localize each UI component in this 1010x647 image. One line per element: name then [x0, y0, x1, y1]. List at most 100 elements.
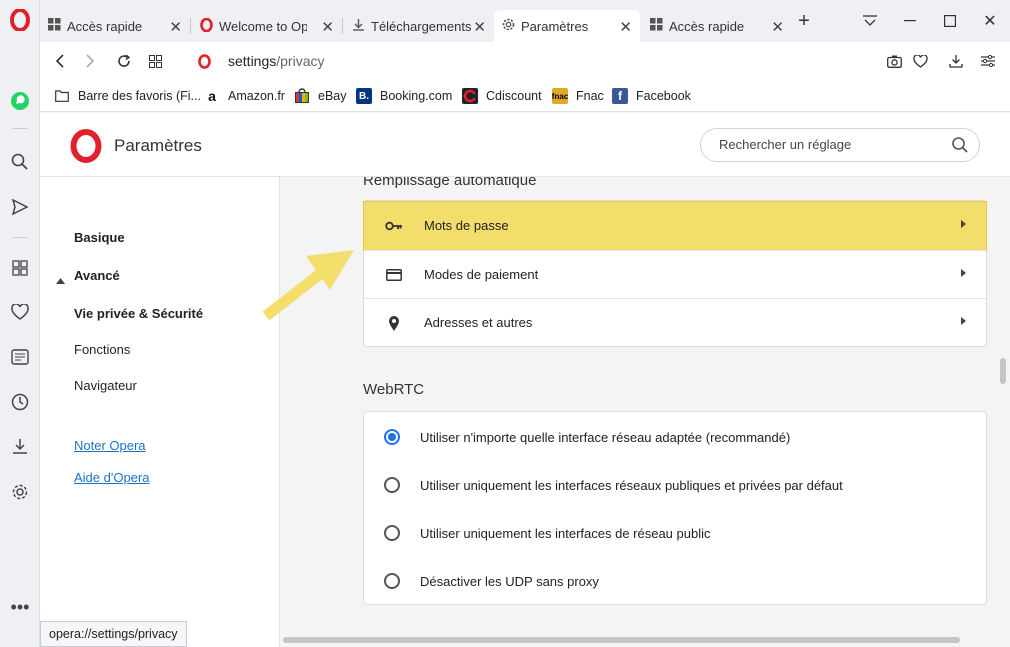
opera-icon: [200, 17, 213, 35]
nav-navigateur[interactable]: Navigateur: [74, 378, 137, 393]
tab-title: Accès rapide: [669, 18, 745, 34]
status-url: opera://settings/privacy: [40, 621, 187, 647]
collapse-arrow-icon[interactable]: [56, 272, 65, 287]
chevron-right-icon: [961, 220, 966, 228]
radio-label: Utiliser uniquement les interfaces de ré…: [420, 526, 711, 541]
chevron-right-icon: [961, 317, 966, 325]
tab-title: Accès rapide: [67, 18, 143, 34]
row-label: Mots de passe: [424, 218, 509, 233]
close-icon[interactable]: ✕: [321, 18, 334, 36]
reload-icon[interactable]: [112, 49, 136, 73]
nav-avance[interactable]: Avancé: [74, 268, 120, 283]
key-icon: [384, 216, 404, 236]
heart-icon[interactable]: [8, 300, 32, 324]
location-pin-icon: [384, 313, 404, 333]
downloads-icon[interactable]: [8, 434, 32, 458]
minimize-icon[interactable]: [896, 9, 924, 33]
settings-search[interactable]: [700, 128, 980, 162]
fnac-icon: fnac: [552, 88, 568, 104]
search-input[interactable]: [719, 137, 939, 152]
search-icon[interactable]: [951, 136, 969, 157]
close-icon[interactable]: ✕: [473, 18, 486, 36]
radio-label: Utiliser uniquement les interfaces résea…: [420, 478, 843, 493]
heart-bookmark-icon[interactable]: [908, 49, 932, 73]
speed-dial-icon[interactable]: [8, 256, 32, 280]
horizontal-scrollbar[interactable]: [283, 637, 960, 643]
row-modes-de-paiement[interactable]: Modes de paiement: [364, 250, 986, 298]
facebook-icon: f: [612, 88, 628, 104]
close-icon[interactable]: ✕: [169, 18, 182, 36]
settings-header: Paramètres: [40, 113, 1010, 177]
row-label: Modes de paiement: [424, 267, 539, 282]
close-icon[interactable]: ✕: [619, 18, 632, 36]
radio-button[interactable]: [384, 525, 400, 541]
close-icon[interactable]: ✕: [771, 18, 784, 36]
booking-icon: B.: [356, 88, 372, 104]
tab-acces-rapide-1[interactable]: Accès rapide ✕: [40, 10, 190, 42]
history-icon[interactable]: [8, 390, 32, 414]
tab-bar: Accès rapide ✕ Welcome to Opera ✕ Téléch…: [40, 0, 1010, 42]
page-title: Paramètres: [114, 136, 202, 155]
webrtc-option[interactable]: Désactiver les UDP sans proxy: [364, 557, 986, 605]
whatsapp-icon[interactable]: [8, 89, 32, 113]
row-mots-de-passe[interactable]: Mots de passe: [363, 201, 987, 251]
tab-parametres[interactable]: Paramètres ✕: [494, 10, 640, 42]
send-icon[interactable]: [8, 195, 32, 219]
radio-button[interactable]: [384, 429, 400, 445]
camera-icon[interactable]: [882, 49, 906, 73]
webrtc-option[interactable]: Utiliser uniquement les interfaces de ré…: [364, 509, 986, 557]
tab-welcome-opera[interactable]: Welcome to Opera ✕: [192, 10, 342, 42]
window-close-icon[interactable]: ✕: [976, 9, 1004, 33]
folder-icon: [54, 88, 70, 104]
download-icon: [352, 18, 365, 34]
search-icon[interactable]: [8, 150, 32, 174]
maximize-icon[interactable]: [936, 9, 964, 33]
tab-title: Welcome to Opera: [219, 18, 307, 34]
link-aide-opera[interactable]: Aide d'Opera: [74, 470, 149, 485]
section-title-autofill: Remplissage automatique: [363, 177, 537, 189]
address-field[interactable]: settings/privacy: [228, 53, 324, 69]
opera-sidebar: •••: [0, 0, 40, 647]
settings-gear-icon[interactable]: [8, 480, 32, 504]
bookmark-folder[interactable]: Barre des favoris (Fi...: [54, 86, 201, 106]
back-icon[interactable]: [48, 49, 72, 73]
cdiscount-icon: [462, 88, 478, 104]
row-adresses[interactable]: Adresses et autres: [364, 298, 986, 346]
vertical-scrollbar[interactable]: [1000, 358, 1006, 384]
radio-button[interactable]: [384, 477, 400, 493]
new-tab-button[interactable]: +: [790, 9, 818, 33]
tab-title: Paramètres: [521, 18, 589, 34]
url-host: settings: [228, 53, 277, 69]
radio-button[interactable]: [384, 573, 400, 589]
annotation-arrow-icon: [258, 246, 358, 329]
chevron-right-icon: [961, 269, 966, 277]
forward-icon[interactable]: [78, 49, 102, 73]
more-icon[interactable]: •••: [8, 595, 32, 619]
nav-basique[interactable]: Basique: [74, 230, 125, 245]
webrtc-option[interactable]: Utiliser uniquement les interfaces résea…: [364, 461, 986, 509]
nav-fonctions[interactable]: Fonctions: [74, 342, 130, 357]
opera-site-icon: [192, 49, 216, 73]
bookmark-amazon[interactable]: a Amazon.fr: [204, 86, 285, 106]
opera-menu-icon[interactable]: [8, 8, 32, 32]
speed-dial-grid-icon[interactable]: [143, 49, 167, 73]
ebay-icon: [294, 88, 310, 104]
link-noter-opera[interactable]: Noter Opera: [74, 438, 146, 453]
card-icon: [384, 265, 404, 285]
nav-vie-privee[interactable]: Vie privée & Sécurité: [74, 306, 203, 321]
bookmark-facebook[interactable]: f Facebook: [612, 86, 691, 106]
webrtc-card: Utiliser n'importe quelle interface rése…: [363, 411, 987, 605]
bookmark-fnac[interactable]: fnac Fnac: [552, 86, 604, 106]
download-toolbar-icon[interactable]: [944, 49, 968, 73]
news-icon[interactable]: [8, 345, 32, 369]
tab-telechargements[interactable]: Téléchargements ✕: [344, 10, 494, 42]
tab-acces-rapide-2[interactable]: Accès rapide ✕: [642, 10, 792, 42]
bookmark-ebay[interactable]: eBay: [294, 86, 347, 106]
webrtc-option[interactable]: Utiliser n'importe quelle interface rése…: [364, 413, 986, 461]
bookmark-cdiscount[interactable]: Cdiscount: [462, 86, 542, 106]
row-label: Adresses et autres: [424, 315, 533, 330]
tab-menu-icon[interactable]: [856, 9, 884, 33]
easy-setup-icon[interactable]: [976, 49, 1000, 73]
bookmarks-bar: Barre des favoris (Fi... a Amazon.fr eBa…: [40, 80, 1010, 112]
bookmark-booking[interactable]: B. Booking.com: [356, 86, 452, 106]
